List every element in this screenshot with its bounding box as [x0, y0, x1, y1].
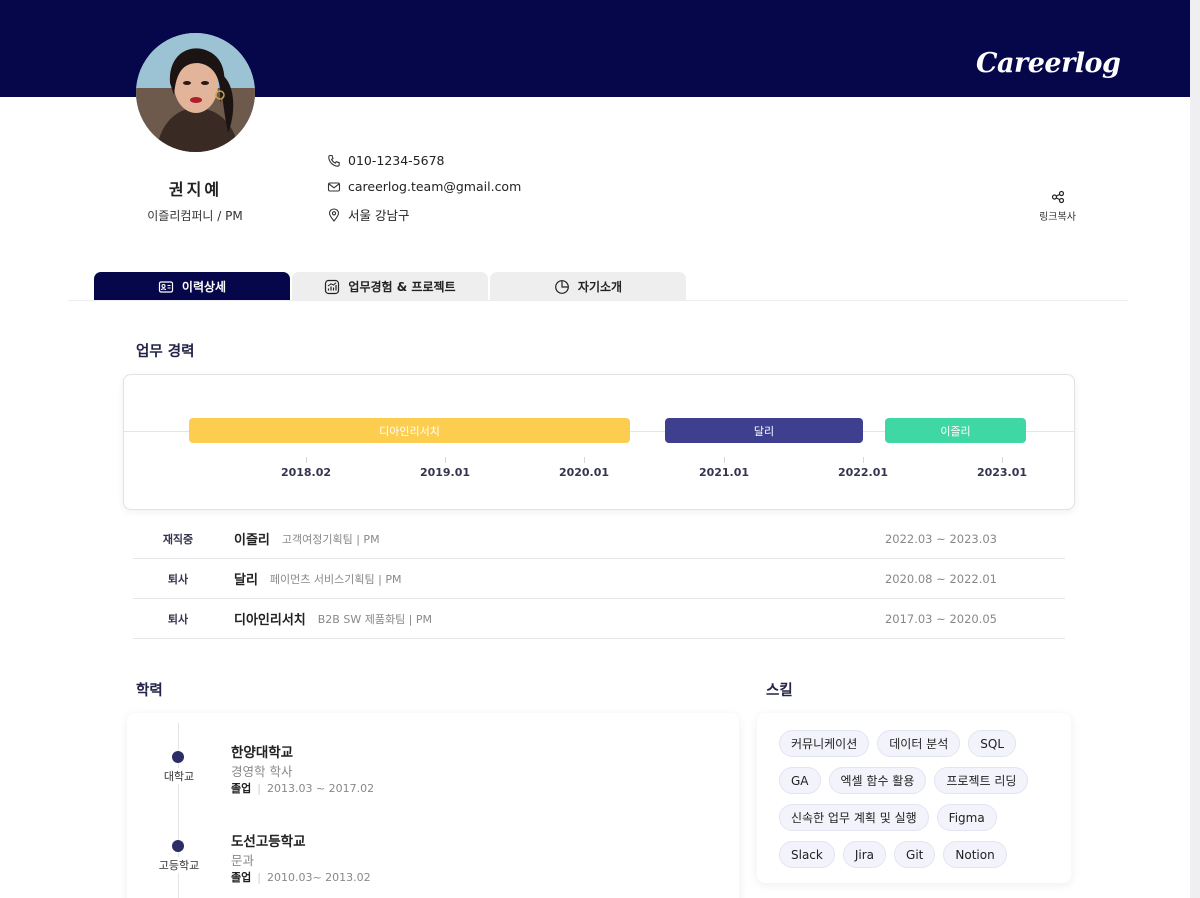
timeline-bar-izzly[interactable]: 이즐리	[885, 418, 1026, 443]
career-period: 2020.08 ~ 2022.01	[884, 571, 997, 586]
pie-icon	[554, 279, 570, 295]
skill-chip[interactable]: GA	[779, 767, 821, 794]
timeline-tick	[445, 457, 446, 463]
education-school: 한양대학교	[231, 745, 294, 761]
timeline-tick-label: 2021.01	[698, 466, 750, 479]
education-dot	[172, 840, 184, 852]
contact-location: 서울 강남구	[327, 205, 409, 224]
career-section-title: 업무 경력	[136, 344, 195, 360]
timeline-bar-dalli[interactable]: 달리	[665, 418, 863, 443]
education-dot	[172, 751, 184, 763]
timeline-tick-label: 2019.01	[419, 466, 471, 479]
email-text[interactable]: careerlog.team@gmail.com	[348, 179, 521, 194]
education-status: 졸업	[231, 871, 252, 884]
timeline-bar-label: 이즐리	[940, 424, 971, 438]
skill-chip[interactable]: Figma	[936, 804, 997, 831]
share-label: 링크복사	[1039, 212, 1076, 223]
timeline-tick	[724, 457, 725, 463]
skill-chip[interactable]: Notion	[943, 841, 1007, 868]
education-status-line: 졸업 | 2013.03 ~ 2017.02	[231, 782, 375, 795]
location-pin-icon	[327, 207, 341, 222]
career-company: 달리	[234, 573, 258, 588]
tab-resume-detail[interactable]: 이력상세	[94, 272, 290, 301]
education-major: 문과	[231, 853, 255, 868]
tab-experience-projects[interactable]: 업무경험 & 프로젝트	[292, 272, 488, 301]
timeline-tick	[306, 457, 307, 463]
skill-chip[interactable]: 프로젝트 리딩	[934, 767, 1029, 794]
skill-chip[interactable]: Git	[894, 841, 936, 868]
contact-phone: 010-1234-5678	[327, 153, 445, 168]
career-dept: 페이먼츠 서비스기획팀 | PM	[269, 572, 402, 586]
timeline-tick-label: 2023.01	[976, 466, 1028, 479]
education-period: 2013.03 ~ 2017.02	[266, 782, 375, 795]
skill-chip[interactable]: SQL	[968, 730, 1017, 757]
contact-email: careerlog.team@gmail.com	[327, 179, 521, 194]
career-timeline: 디아인리서치 달리 이즐리 2018.02 2019.01 2020.01 20…	[123, 374, 1075, 510]
skill-chip[interactable]: Jira	[842, 841, 887, 868]
career-period: 2017.03 ~ 2020.05	[884, 611, 997, 626]
phone-text[interactable]: 010-1234-5678	[348, 153, 445, 168]
brand-logo[interactable]: Careerlog	[976, 48, 1121, 79]
skills-card: 커뮤니케이션 데이터 분석 SQL GA 엑셀 함수 활용 프로젝트 리딩 신속…	[757, 713, 1071, 883]
career-company: 이즐리	[234, 533, 270, 548]
timeline-tick-label: 2020.01	[558, 466, 610, 479]
career-dept: B2B SW 제품화팀 | PM	[317, 612, 433, 626]
timeline-bar-label: 디아인리서치	[379, 424, 440, 438]
timeline-tick	[863, 457, 864, 463]
career-row[interactable]: 퇴사 디아인리서치 B2B SW 제품화팀 | PM 2017.03 ~ 202…	[133, 599, 1065, 639]
career-dept: 고객여정기획팀 | PM	[281, 532, 380, 546]
tab-label: 업무경험 & 프로젝트	[348, 280, 456, 294]
avatar	[136, 33, 255, 152]
timeline-bar-diainresearch[interactable]: 디아인리서치	[189, 418, 630, 443]
profile-company: 이즐리컴퍼니 / PM	[147, 209, 243, 223]
education-status: 졸업	[231, 782, 252, 795]
education-status-line: 졸업 | 2010.03~ 2013.02	[231, 871, 371, 884]
resume-page: Careerlog 권지예 이즐리컴퍼니 / PM 010-1234-5678 …	[0, 0, 1190, 898]
career-status: 퇴사	[167, 612, 189, 626]
education-level: 고등학교	[147, 857, 211, 873]
education-section-title: 학력	[136, 683, 163, 699]
skill-chip[interactable]: 엑셀 함수 활용	[828, 767, 927, 794]
education-major: 경영학 학사	[231, 764, 293, 779]
tab-divider	[68, 300, 1128, 301]
career-status: 퇴사	[167, 572, 189, 586]
career-row[interactable]: 퇴사 달리 페이먼츠 서비스기획팀 | PM 2020.08 ~ 2022.01	[133, 559, 1065, 599]
timeline-tick-label: 2018.02	[280, 466, 332, 479]
skill-chip[interactable]: 커뮤니케이션	[779, 730, 870, 757]
skill-chip[interactable]: Slack	[779, 841, 835, 868]
education-period: 2010.03~ 2013.02	[266, 871, 371, 884]
career-status: 재직중	[162, 532, 194, 546]
window-edge	[1190, 0, 1200, 898]
chart-icon	[324, 279, 340, 295]
education-school: 도선고등학교	[231, 834, 306, 850]
skill-chip[interactable]: 신속한 업무 계획 및 실행	[779, 804, 929, 831]
share-icon	[1051, 190, 1065, 204]
timeline-tick	[1002, 457, 1003, 463]
timeline-bar-label: 달리	[753, 424, 775, 438]
tab-self-intro[interactable]: 자기소개	[490, 272, 686, 301]
share-link-button[interactable]: 링크복사	[1030, 190, 1085, 223]
timeline-tick-label: 2022.01	[837, 466, 889, 479]
profile-name: 권지예	[168, 180, 223, 199]
tab-bar: 이력상세 업무경험 & 프로젝트 자기소개	[94, 272, 686, 301]
career-period: 2022.03 ~ 2023.03	[884, 531, 997, 546]
tab-label: 이력상세	[181, 280, 227, 294]
skills-section-title: 스킬	[766, 683, 793, 699]
education-card: 대학교 한양대학교 경영학 학사 졸업 | 2013.03 ~ 2017.02 고등…	[127, 713, 739, 898]
location-text: 서울 강남구	[348, 208, 410, 223]
career-company: 디아인리서치	[234, 613, 306, 628]
mail-icon	[327, 180, 341, 194]
phone-icon	[327, 154, 341, 168]
avatar-photo	[136, 33, 255, 152]
education-level: 대학교	[147, 768, 211, 784]
tab-label: 자기소개	[577, 280, 623, 294]
career-row[interactable]: 재직중 이즐리 고객여정기획팀 | PM 2022.03 ~ 2023.03	[133, 519, 1065, 559]
skill-chip[interactable]: 데이터 분석	[877, 730, 961, 757]
id-card-icon	[158, 279, 174, 295]
timeline-tick	[584, 457, 585, 463]
